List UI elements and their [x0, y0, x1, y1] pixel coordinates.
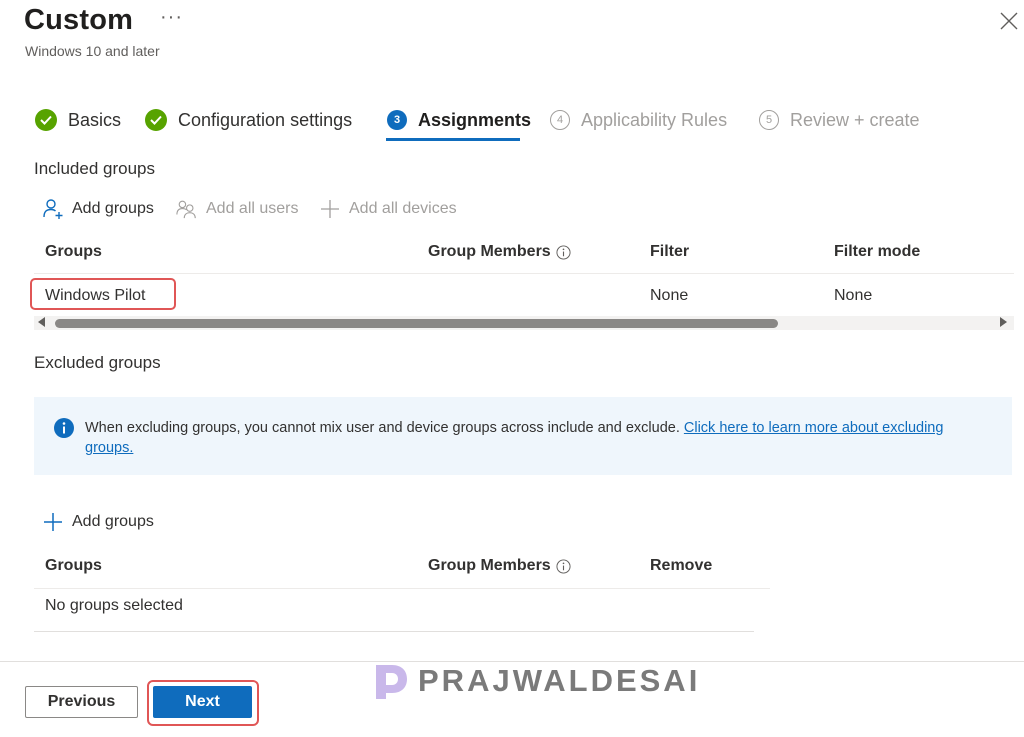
column-header-label: Group Members [428, 243, 551, 260]
table-cell-group[interactable]: Windows Pilot [45, 287, 145, 305]
add-all-devices-label: Add all devices [349, 200, 457, 217]
step-label: Assignments [418, 109, 532, 130]
checkmark-icon [35, 109, 57, 131]
column-header-filter[interactable]: Filter [650, 243, 689, 261]
column-header-groups[interactable]: Groups [45, 557, 102, 575]
column-header-remove[interactable]: Remove [650, 557, 712, 575]
add-groups-label: Add groups [72, 200, 154, 217]
next-button[interactable]: Next [153, 686, 252, 718]
previous-button[interactable]: Previous [25, 686, 138, 718]
add-excluded-groups-button[interactable]: Add groups [42, 511, 154, 533]
table-divider [34, 588, 770, 589]
excluded-groups-heading: Excluded groups [34, 353, 161, 372]
column-header-label: Group Members [428, 557, 551, 574]
table-cell-filter: None [650, 287, 689, 304]
page-subtitle: Windows 10 and later [25, 43, 160, 59]
step-number-badge: 5 [759, 110, 779, 130]
info-message-text: When excluding groups, you cannot mix us… [85, 420, 680, 436]
more-options-button[interactable]: ··· [160, 6, 183, 29]
step-number-badge: 3 [387, 110, 407, 130]
plus-icon [42, 511, 64, 533]
add-all-users-button[interactable]: Add all users [176, 198, 299, 220]
scroll-right-arrow-icon[interactable] [1000, 317, 1007, 327]
scrollbar-thumb[interactable] [55, 319, 778, 328]
table-divider [34, 631, 754, 632]
step-label: Basics [68, 109, 122, 130]
step-applicability-rules[interactable]: 4 Applicability Rules [550, 107, 727, 133]
table-divider [34, 273, 1014, 274]
info-filled-icon [54, 418, 74, 438]
watermark-text: PRAJWALDESAI [418, 663, 701, 698]
info-icon[interactable] [556, 558, 571, 574]
watermark-logo-icon [376, 665, 407, 699]
step-assignments[interactable]: 3 Assignments [387, 107, 531, 133]
included-groups-heading: Included groups [34, 159, 155, 178]
scroll-left-arrow-icon[interactable] [38, 317, 45, 327]
info-message: When excluding groups, you cannot mix us… [85, 418, 985, 458]
step-number-badge: 4 [550, 110, 570, 130]
step-label: Applicability Rules [581, 109, 728, 130]
checkmark-icon [145, 109, 167, 131]
step-label: Review + create [790, 109, 920, 130]
footer-divider [0, 661, 1024, 662]
add-groups-button[interactable]: Add groups [42, 198, 154, 220]
add-all-users-label: Add all users [206, 200, 299, 217]
column-header-group-members[interactable]: Group Members [428, 557, 571, 575]
step-review-create[interactable]: 5 Review + create [759, 107, 920, 133]
step-label: Configuration settings [178, 109, 353, 130]
column-header-filter-mode[interactable]: Filter mode [834, 243, 920, 261]
step-basics[interactable]: Basics [35, 107, 121, 133]
add-all-devices-button[interactable]: Add all devices [319, 198, 457, 220]
page-title: Custom [24, 4, 134, 36]
plus-icon [319, 198, 341, 220]
column-header-groups[interactable]: Groups [45, 243, 102, 261]
table-cell-filter-mode: None [834, 287, 873, 304]
active-step-indicator [386, 138, 520, 141]
add-groups-label: Add groups [72, 513, 154, 530]
people-icon [176, 198, 198, 220]
empty-state-text: No groups selected [45, 597, 183, 614]
add-person-icon [42, 198, 64, 220]
info-icon[interactable] [556, 244, 571, 260]
step-configuration-settings[interactable]: Configuration settings [145, 107, 352, 133]
column-header-group-members[interactable]: Group Members [428, 243, 571, 261]
close-icon[interactable] [1000, 12, 1018, 30]
